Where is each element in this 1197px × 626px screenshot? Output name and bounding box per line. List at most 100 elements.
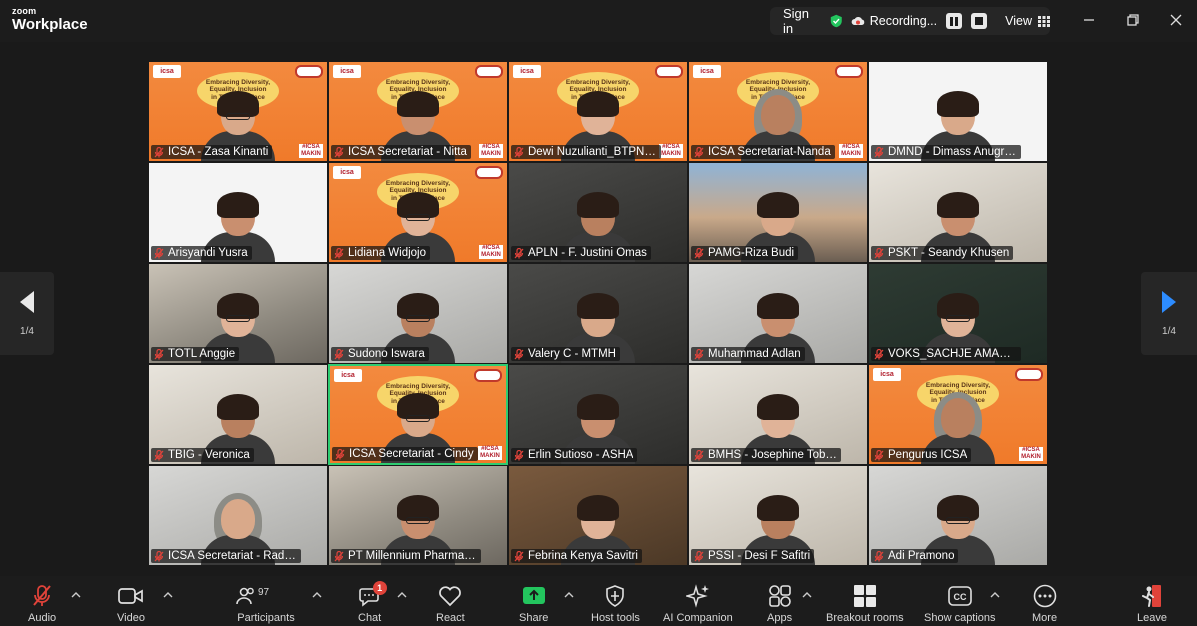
- participant-tile[interactable]: Adi Pramono: [868, 465, 1048, 566]
- muted-mic-icon: [694, 449, 704, 460]
- participant-tile[interactable]: TOTL Anggie: [148, 263, 328, 364]
- participant-name-tag: Sudono Iswara: [331, 347, 429, 361]
- chat-button[interactable]: 1 Chat: [358, 581, 387, 624]
- show-captions-label: Show captions: [924, 612, 996, 624]
- participant-tile[interactable]: TBIG - Veronica: [148, 364, 328, 465]
- hashtag-badge: #ICSA MAKIN: [478, 446, 502, 460]
- participant-name-tag: Erlin Sutioso - ASHA: [511, 448, 638, 462]
- brand-large: Workplace: [12, 16, 88, 33]
- participant-tile[interactable]: Febrina Kenya Savitri: [508, 465, 688, 566]
- video-options-caret-icon[interactable]: [163, 590, 173, 600]
- restore-icon[interactable]: [1124, 11, 1142, 29]
- participant-tile[interactable]: icsa Embracing Diversity, Equality, Inclus…: [148, 61, 328, 162]
- icsa-logo: icsa: [333, 166, 361, 179]
- participants-button[interactable]: 97 Participants: [236, 584, 296, 624]
- participant-tile[interactable]: icsa Embracing Diversity, Equality, Inclus…: [328, 364, 508, 465]
- breakout-rooms-icon: [853, 585, 876, 607]
- participant-tile[interactable]: BMHS - Josephine Tobing: [688, 364, 868, 465]
- participants-label: Participants: [237, 612, 295, 624]
- recording-label: Recording...: [869, 14, 938, 28]
- apps-options-caret-icon[interactable]: [802, 590, 812, 600]
- recording-status[interactable]: Recording...: [851, 13, 988, 29]
- sparkle-icon: [685, 584, 709, 608]
- muted-mic-icon: [874, 146, 884, 157]
- participants-options-caret-icon[interactable]: [312, 590, 322, 600]
- participant-tile[interactable]: PSKT - Seandy Khusen: [868, 162, 1048, 263]
- partner-logo: [835, 65, 863, 78]
- muted-mic-icon: [874, 247, 884, 258]
- share-options-caret-icon[interactable]: [564, 590, 574, 600]
- participant-tile[interactable]: VOKS_SACHJE AMALIA SIDD...: [868, 263, 1048, 364]
- share-label: Share: [519, 612, 549, 624]
- participant-tile[interactable]: Muhammad Adlan: [688, 263, 868, 364]
- muted-mic-icon: [514, 550, 524, 561]
- participant-tile[interactable]: PAMG-Riza Budi: [688, 162, 868, 263]
- apps-button[interactable]: Apps: [767, 584, 792, 624]
- participants-icon: [236, 587, 254, 605]
- chevron-right-icon: [1162, 291, 1176, 313]
- muted-microphone-icon: [33, 585, 51, 606]
- audio-options-caret-icon[interactable]: [71, 590, 81, 600]
- share-button[interactable]: Share: [519, 584, 548, 624]
- participant-tile[interactable]: icsa Embracing Diversity, Equality, Inclus…: [688, 61, 868, 162]
- video-button[interactable]: Video: [117, 584, 145, 624]
- react-button[interactable]: React: [436, 584, 465, 624]
- leave-button[interactable]: Leave: [1137, 584, 1167, 624]
- participant-tile[interactable]: icsa Embracing Diversity, Equality, Inclus…: [328, 162, 508, 263]
- zoom-logo: zoom Workplace: [12, 7, 88, 33]
- participant-name-tag: Lidiana Widjojo: [331, 246, 430, 260]
- participant-name-tag: Adi Pramono: [871, 549, 959, 563]
- heart-icon: [439, 586, 462, 607]
- partner-logo: [655, 65, 683, 78]
- view-button[interactable]: View: [1005, 14, 1050, 28]
- participant-name-tag: VOKS_SACHJE AMALIA SIDD...: [871, 347, 1021, 361]
- leave-icon: [1141, 585, 1161, 607]
- minimize-icon[interactable]: [1080, 11, 1098, 29]
- more-icon: [1033, 584, 1056, 608]
- participant-tile[interactable]: icsa Embracing Diversity, Equality, Inclus…: [868, 364, 1048, 465]
- partner-logo: [295, 65, 323, 78]
- participant-name-tag: APLN - F. Justini Omas: [511, 246, 651, 260]
- video-label: Video: [117, 612, 145, 624]
- participant-tile[interactable]: PSSI - Desi F Safitri: [688, 465, 868, 566]
- close-icon[interactable]: [1167, 11, 1185, 29]
- participant-tile[interactable]: Sudono Iswara: [328, 263, 508, 364]
- apps-label: Apps: [767, 612, 793, 624]
- participant-tile[interactable]: Erlin Sutioso - ASHA: [508, 364, 688, 465]
- partner-logo: [474, 369, 502, 382]
- pause-recording-button[interactable]: [946, 13, 963, 29]
- next-page-button[interactable]: 1/4: [1141, 272, 1197, 355]
- more-button[interactable]: More: [1032, 584, 1057, 624]
- host-tools-button[interactable]: Host tools: [591, 584, 640, 624]
- participant-tile[interactable]: Valery C - MTMH: [508, 263, 688, 364]
- participant-tile[interactable]: icsa Embracing Diversity, Equality, Inclus…: [328, 61, 508, 162]
- cloud-record-icon: [851, 16, 864, 25]
- muted-mic-icon: [694, 247, 704, 258]
- show-captions-button[interactable]: CC Show captions: [924, 584, 996, 624]
- stop-recording-button[interactable]: [971, 13, 988, 29]
- participant-tile[interactable]: PT Millennium Pharmacon I...: [328, 465, 508, 566]
- sign-in-button[interactable]: Sign in: [783, 6, 814, 36]
- audio-button[interactable]: Audio: [28, 584, 56, 624]
- chat-unread-badge: 1: [372, 581, 387, 595]
- participant-name-tag: TOTL Anggie: [151, 347, 240, 361]
- apps-icon: [768, 585, 791, 607]
- participant-name-tag: Arisyandi Yusra: [151, 246, 252, 260]
- participant-tile[interactable]: icsa Embracing Diversity, Equality, Inclus…: [508, 61, 688, 162]
- muted-mic-icon: [874, 348, 884, 359]
- chat-options-caret-icon[interactable]: [397, 590, 407, 600]
- react-label: React: [436, 612, 465, 624]
- participant-tile[interactable]: APLN - F. Justini Omas: [508, 162, 688, 263]
- participants-count: 97: [258, 587, 270, 598]
- security-shield-icon[interactable]: [830, 12, 843, 30]
- muted-mic-icon: [514, 146, 524, 157]
- page-indicator-right: 1/4: [1162, 326, 1176, 337]
- breakout-rooms-button[interactable]: Breakout rooms: [826, 584, 904, 624]
- participant-tile[interactable]: Arisyandi Yusra: [148, 162, 328, 263]
- partner-logo: [1015, 368, 1043, 381]
- previous-page-button[interactable]: 1/4: [0, 272, 54, 355]
- captions-options-caret-icon[interactable]: [990, 590, 1000, 600]
- participant-tile[interactable]: DMND - Dimass Anugrah A: [868, 61, 1048, 162]
- ai-companion-button[interactable]: AI Companion: [663, 584, 733, 624]
- participant-tile[interactable]: ICSA Secretariat - Radha: [148, 465, 328, 566]
